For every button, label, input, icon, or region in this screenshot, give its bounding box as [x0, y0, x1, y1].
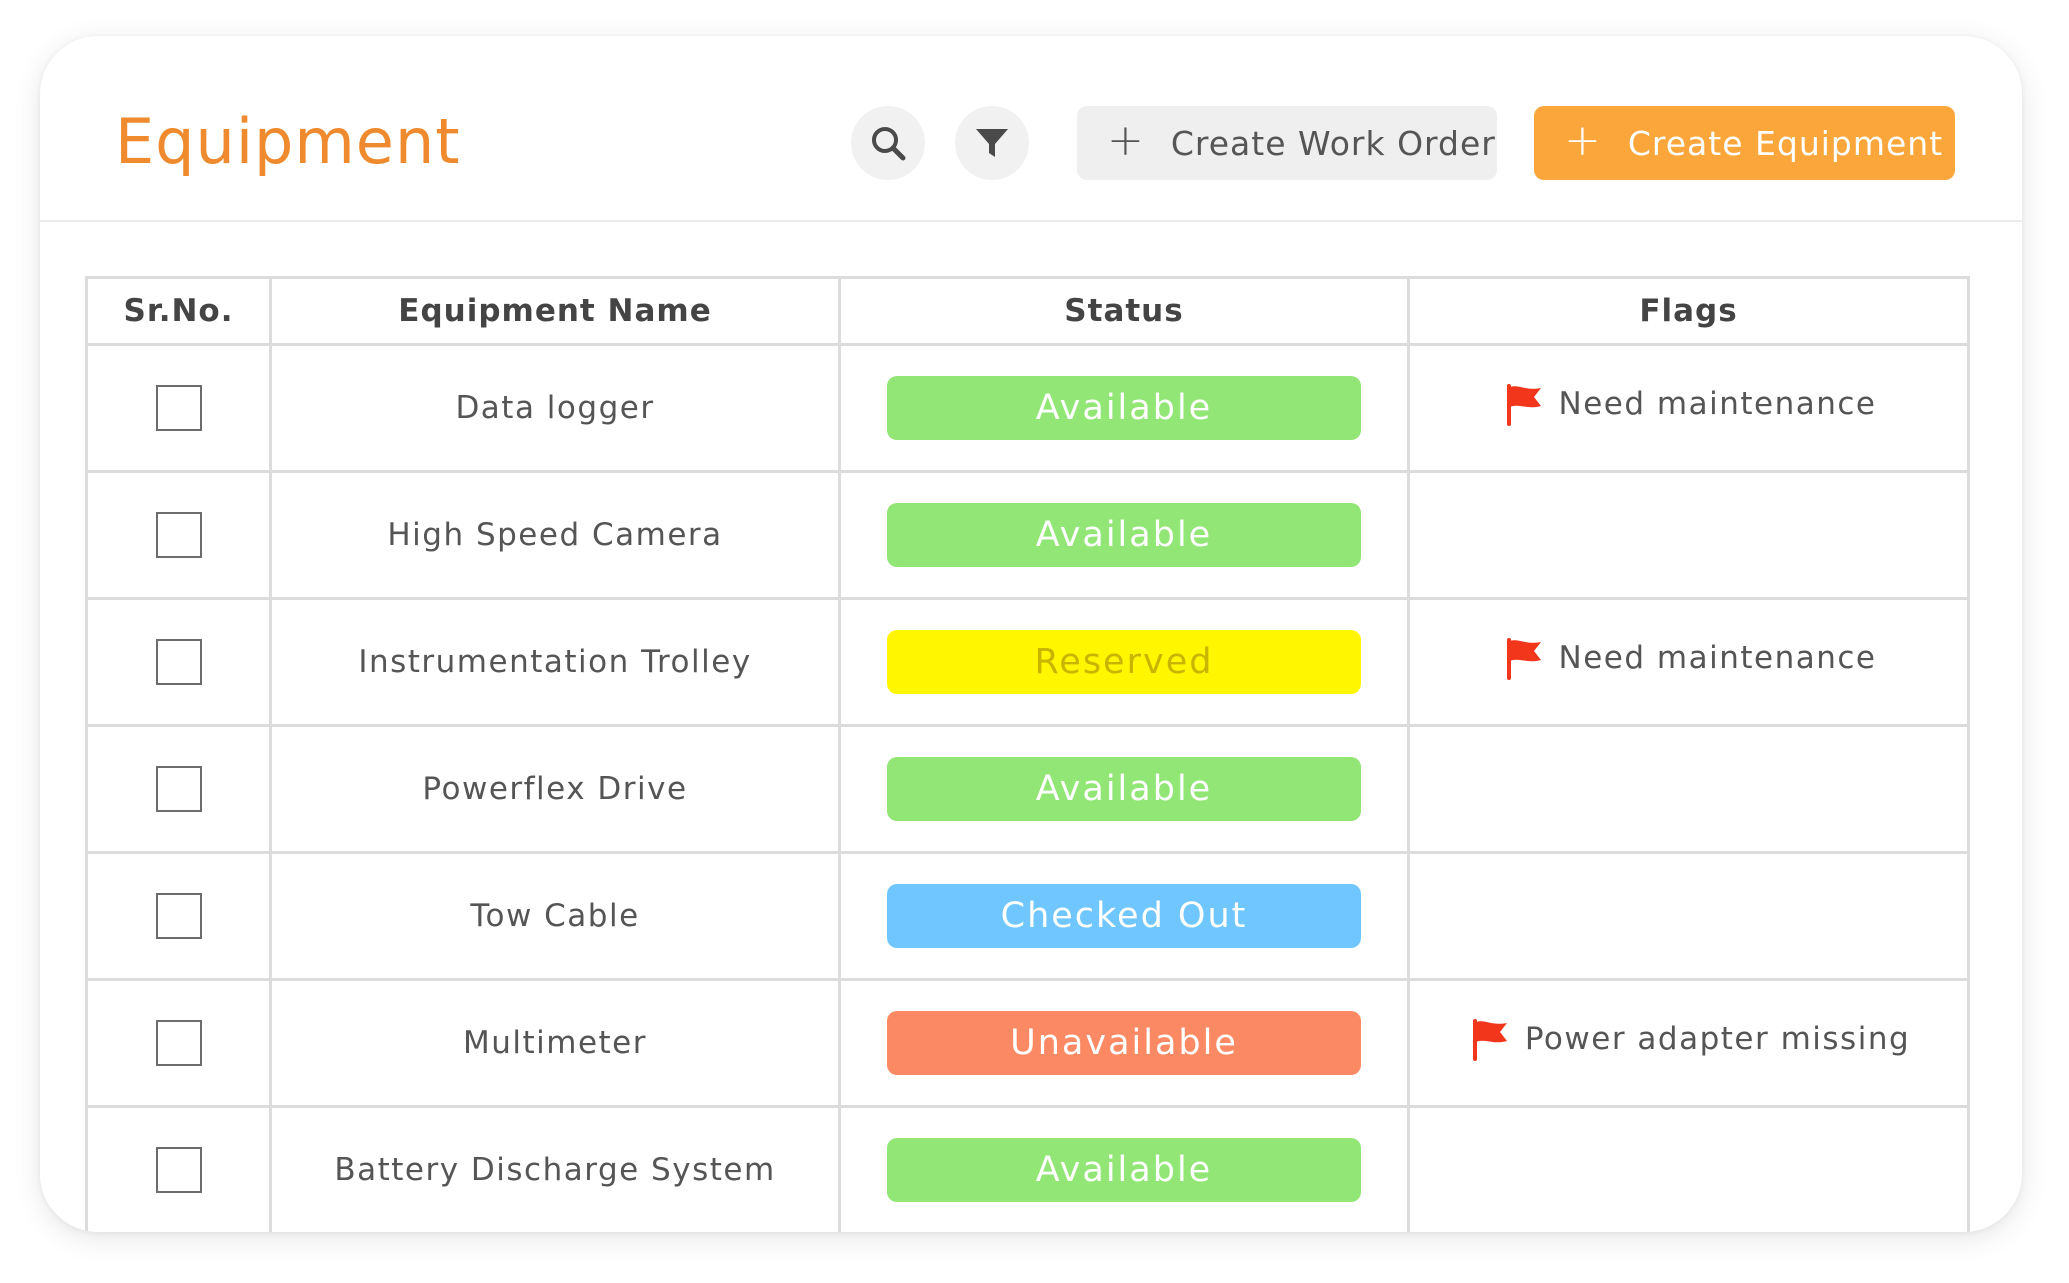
row-checkbox[interactable]	[155, 639, 202, 685]
page-title: Equipment	[115, 105, 461, 178]
status-badge: Checked Out	[887, 884, 1361, 948]
page-header: Equipment + Create Work Order + Create E…	[40, 36, 2022, 222]
flags-cell	[1407, 470, 1970, 600]
status-cell: Available	[838, 1105, 1410, 1232]
flags-cell	[1407, 724, 1970, 854]
flag-icon	[1506, 384, 1541, 426]
flags-cell	[1407, 1105, 1970, 1232]
status-badge: Available	[887, 503, 1361, 567]
create-equipment-label: Create Equipment	[1627, 123, 1944, 163]
flag-entry: Need maintenance	[1501, 636, 1877, 680]
status-cell: Available	[838, 470, 1410, 600]
equipment-name-cell: High Speed Camera	[269, 470, 841, 600]
status-cell: Checked Out	[838, 851, 1410, 981]
status-cell: Available	[838, 343, 1410, 473]
row-select-cell	[85, 470, 272, 600]
column-header-status: Status	[838, 276, 1410, 346]
flag-icon	[1472, 1019, 1507, 1061]
row-checkbox[interactable]	[155, 512, 202, 558]
status-cell: Available	[838, 724, 1410, 854]
row-select-cell	[85, 343, 272, 473]
flag-entry: Need maintenance	[1501, 382, 1877, 426]
create-work-order-button[interactable]: + Create Work Order	[1077, 106, 1497, 180]
flags-cell: Need maintenance	[1407, 597, 1970, 727]
table-row: Powerflex Drive Available	[85, 724, 1970, 854]
equipment-name-cell: Instrumentation Trolley	[269, 597, 841, 727]
row-select-cell	[85, 851, 272, 981]
equipment-name-cell: Data logger	[269, 343, 841, 473]
equipment-table: Sr.No. Equipment Name Status Flags Data …	[85, 276, 1970, 1232]
equipment-name-cell: Tow Cable	[269, 851, 841, 981]
search-icon	[872, 127, 906, 161]
flag-text: Need maintenance	[1558, 640, 1877, 676]
row-checkbox[interactable]	[155, 1020, 202, 1066]
create-equipment-button[interactable]: + Create Equipment	[1534, 106, 1955, 180]
status-cell: Reserved	[838, 597, 1410, 727]
equipment-name-cell: Battery Discharge System	[269, 1105, 841, 1232]
create-work-order-label: Create Work Order	[1170, 123, 1496, 163]
table-row: Data logger Available Need maintenance	[85, 343, 1970, 473]
flags-cell: Power adapter missing	[1407, 978, 1970, 1108]
plus-icon: +	[1564, 115, 1602, 166]
flag-text: Power adapter missing	[1524, 1021, 1911, 1057]
column-header-equipment-name: Equipment Name	[269, 276, 841, 346]
equipment-name-cell: Powerflex Drive	[269, 724, 841, 854]
row-select-cell	[85, 978, 272, 1108]
table-row: Tow Cable Checked Out	[85, 851, 1970, 981]
status-badge: Available	[887, 757, 1361, 821]
search-button[interactable]	[851, 106, 925, 180]
table-row: High Speed Camera Available	[85, 470, 1970, 600]
table-header-row: Sr.No. Equipment Name Status Flags	[85, 276, 1970, 346]
filter-button[interactable]	[955, 106, 1029, 180]
table-row: Instrumentation Trolley Reserved Need main…	[85, 597, 1970, 727]
flags-cell	[1407, 851, 1970, 981]
row-checkbox[interactable]	[155, 766, 202, 812]
flag-text: Need maintenance	[1558, 386, 1877, 422]
equipment-card: Equipment + Create Work Order + Create E…	[40, 36, 2022, 1232]
row-checkbox[interactable]	[155, 385, 202, 431]
status-badge: Reserved	[887, 630, 1361, 694]
row-select-cell	[85, 724, 272, 854]
flag-icon	[1506, 638, 1541, 680]
flags-cell: Need maintenance	[1407, 343, 1970, 473]
filter-icon	[976, 129, 1008, 157]
column-header-flags: Flags	[1407, 276, 1970, 346]
table-row: Battery Discharge System Available	[85, 1105, 1970, 1232]
plus-icon: +	[1107, 115, 1145, 166]
flag-entry: Power adapter missing	[1467, 1017, 1910, 1061]
status-badge: Available	[887, 1138, 1361, 1202]
status-cell: Unavailable	[838, 978, 1410, 1108]
row-checkbox[interactable]	[155, 893, 202, 939]
status-badge: Available	[887, 376, 1361, 440]
row-select-cell	[85, 597, 272, 727]
row-checkbox[interactable]	[155, 1147, 202, 1193]
table-row: Multimeter Unavailable Power adapter missi…	[85, 978, 1970, 1108]
equipment-name-cell: Multimeter	[269, 978, 841, 1108]
table-body: Data logger Available Need maintenance High…	[85, 343, 1970, 1232]
column-header-sr-no: Sr.No.	[85, 276, 272, 346]
status-badge: Unavailable	[887, 1011, 1361, 1075]
row-select-cell	[85, 1105, 272, 1232]
